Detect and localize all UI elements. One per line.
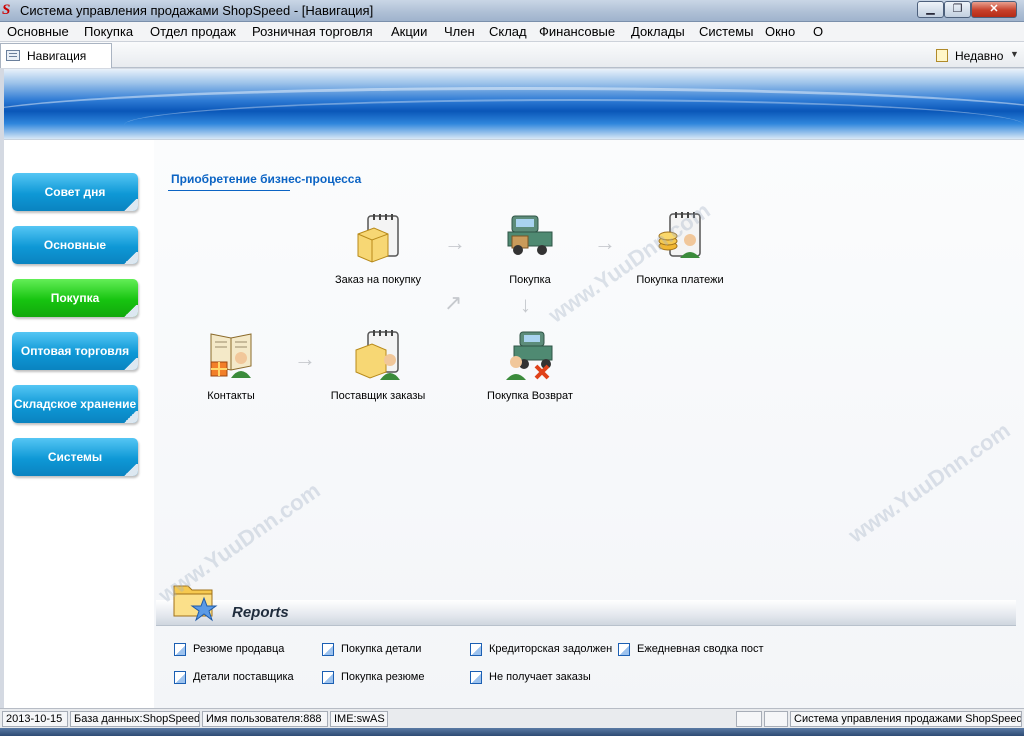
clipboard-box-icon: [357, 214, 399, 263]
arrow-right-icon: →: [444, 230, 466, 255]
report-doc-icon: [470, 671, 482, 684]
menu-item-retail[interactable]: Розничная торговля: [252, 24, 373, 39]
sidebar-item-systems[interactable]: Системы: [12, 438, 138, 476]
menu-item-promotions[interactable]: Акции: [391, 24, 427, 39]
recent-documents-icon: [936, 49, 948, 62]
sidebar-item-tip-of-day[interactable]: Совет дня: [12, 173, 138, 211]
sidebar: Совет дня Основные Покупка Оптовая торго…: [4, 140, 154, 709]
recent-label: Недавно: [955, 49, 1004, 63]
process-content: Приобретение бизнес-процесса Заказ на по…: [154, 140, 1024, 709]
node-contacts[interactable]: Контакты: [166, 328, 296, 408]
node-purchase-return[interactable]: Покупка Возврат: [465, 328, 595, 408]
node-label: Заказ на покупку: [334, 274, 422, 286]
sidebar-item-main[interactable]: Основные: [12, 226, 138, 264]
process-title: Приобретение бизнес-процесса: [171, 172, 362, 186]
menu-item-main[interactable]: Основные: [7, 24, 69, 39]
report-link-accounts-payable[interactable]: Кредиторская задолжен: [470, 642, 616, 658]
title-bar: S Система управления продажами ShopSpeed…: [0, 0, 1024, 22]
node-label: Поставщик заказы: [330, 390, 426, 402]
maximize-button[interactable]: ❐: [944, 1, 971, 18]
header-banner: [4, 69, 1024, 139]
status-user: Имя пользователя:888: [202, 711, 328, 727]
app-logo-icon: S: [2, 2, 11, 18]
report-doc-icon: [174, 643, 186, 656]
main-panel: Совет дня Основные Покупка Оптовая торго…: [4, 139, 1024, 709]
report-doc-icon: [618, 643, 630, 656]
contacts-book-icon: [210, 333, 252, 378]
supplier-order-icon: [355, 330, 400, 380]
document-tab-bar: Навигация Недавно ▼: [0, 42, 1024, 68]
title-underline: [168, 190, 290, 191]
status-ime: IME:swAS: [330, 711, 388, 727]
status-app-name: Система управления продажами ShopSpeed: [790, 711, 1022, 727]
menu-item-reports[interactable]: Доклады: [631, 24, 685, 39]
menu-item-window[interactable]: Окно: [765, 24, 795, 39]
sidebar-item-purchase[interactable]: Покупка: [12, 279, 138, 317]
arrow-down-icon: ↓: [520, 292, 531, 317]
chevron-down-icon: ▼: [1010, 49, 1019, 59]
menu-item-about[interactable]: О: [813, 24, 823, 39]
node-label: Покупка: [509, 274, 551, 286]
arrow-diagonal-icon: ↗: [444, 290, 463, 315]
window-title: Система управления продажами ShopSpeed -…: [20, 3, 374, 18]
node-purchase-order[interactable]: Заказ на покупку: [313, 212, 443, 292]
menu-item-member[interactable]: Член: [444, 24, 475, 39]
menu-item-sales-dept[interactable]: Отдел продаж: [150, 24, 236, 39]
report-link-daily-supplier-summary[interactable]: Ежедневная сводка пост: [618, 642, 764, 658]
minimize-button[interactable]: ▁: [917, 1, 944, 18]
menu-bar: Основные Покупка Отдел продаж Розничная …: [0, 22, 1024, 42]
node-label: Покупка Возврат: [487, 390, 573, 402]
report-doc-icon: [470, 643, 482, 656]
status-panel-icon[interactable]: [764, 711, 788, 727]
report-doc-icon: [322, 643, 334, 656]
sidebar-item-warehousing[interactable]: Складское хранение: [12, 385, 138, 423]
menu-item-systems[interactable]: Системы: [699, 24, 753, 39]
watermark: www.YuuDnn.com: [843, 417, 1015, 548]
recent-dropdown[interactable]: Недавно ▼: [936, 47, 1020, 65]
tab-navigation[interactable]: Навигация: [0, 43, 112, 68]
report-doc-icon: [322, 671, 334, 684]
node-supplier-orders[interactable]: Поставщик заказы: [313, 328, 443, 408]
menu-item-warehouse[interactable]: Склад: [489, 24, 527, 39]
arrow-right-icon: →: [294, 346, 316, 371]
status-database: База данных:ShopSpeed: [70, 711, 200, 727]
status-bar: 2013-10-15 База данных:ShopSpeed Имя пол…: [0, 708, 1024, 728]
close-button[interactable]: ✕: [971, 1, 1017, 18]
folder-star-icon: [173, 585, 218, 622]
menu-item-finance[interactable]: Финансовые: [539, 24, 615, 39]
truck-return-icon: [506, 331, 553, 380]
status-date: 2013-10-15: [2, 711, 68, 727]
arrow-right-icon: →: [594, 230, 616, 255]
navigation-tab-icon: [6, 50, 20, 61]
node-label: Контакты: [207, 390, 255, 402]
sidebar-item-wholesale[interactable]: Оптовая торговля: [12, 332, 138, 370]
menu-item-purchase[interactable]: Покупка: [84, 24, 133, 39]
node-purchase[interactable]: Покупка: [465, 212, 595, 292]
reports-header: Reports: [156, 585, 1016, 626]
reports-title: Reports: [232, 604, 289, 621]
node-label: Покупка платежи: [636, 274, 724, 286]
payments-icon: [658, 212, 701, 258]
node-purchase-payments[interactable]: Покупка платежи: [615, 212, 745, 292]
os-taskbar: [0, 728, 1024, 736]
report-doc-icon: [174, 671, 186, 684]
tab-label: Навигация: [27, 49, 87, 63]
truck-icon: [507, 215, 553, 255]
status-layout-icon[interactable]: [736, 711, 762, 727]
